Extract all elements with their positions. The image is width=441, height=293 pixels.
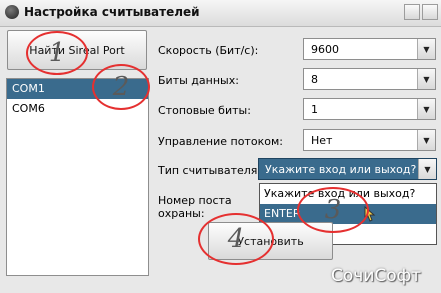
annotation-number-3: 3 [324,195,342,225]
chevron-down-icon[interactable]: ▼ [418,159,436,179]
reader-type-value: Укажите вход или выход? [265,163,417,176]
annotation-number-4: 4 [227,224,245,254]
annotation-circle-2: 2 [92,64,150,110]
chevron-down-icon[interactable]: ▼ [417,39,435,59]
flow-control-select[interactable]: Нет ▼ [303,129,436,151]
annotation-circle-4: 4 [198,213,274,265]
reader-type-select[interactable]: Укажите вход или выход? ▼ [258,158,437,180]
speed-value: 9600 [311,43,339,56]
app-icon [5,5,19,19]
speed-label: Скорость (Бит/с): [158,44,259,57]
maximize-button[interactable] [422,4,438,20]
annotation-number-1: 1 [48,38,66,68]
annotation-circle-1: 1 [26,31,88,75]
stop-bits-label: Стоповые биты: [158,104,251,117]
reader-settings-window: Настройка считывателей Найти Sireal Port… [0,0,441,293]
post-number-label-line1: Номер поста [158,194,232,207]
flow-control-value: Нет [311,134,333,147]
reader-type-label: Тип считывателя: [158,164,262,177]
stop-bits-value: 1 [311,103,318,116]
annotation-circle-3: 3 [297,187,369,233]
stop-bits-select[interactable]: 1 ▼ [303,98,436,120]
chevron-down-icon[interactable]: ▼ [417,130,435,150]
data-bits-select[interactable]: 8 ▼ [303,68,436,90]
window-title: Настройка считывателей [24,5,200,19]
data-bits-label: Биты данных: [158,74,239,87]
flow-control-label: Управление потоком: [158,135,283,148]
title-bar: Настройка считывателей [0,0,441,27]
data-bits-value: 8 [311,73,318,86]
minimize-button[interactable] [404,4,420,20]
chevron-down-icon[interactable]: ▼ [417,99,435,119]
chevron-down-icon[interactable]: ▼ [417,69,435,89]
annotation-number-2: 2 [112,72,130,102]
speed-select[interactable]: 9600 ▼ [303,38,436,60]
watermark: СочиСофт [331,266,422,286]
